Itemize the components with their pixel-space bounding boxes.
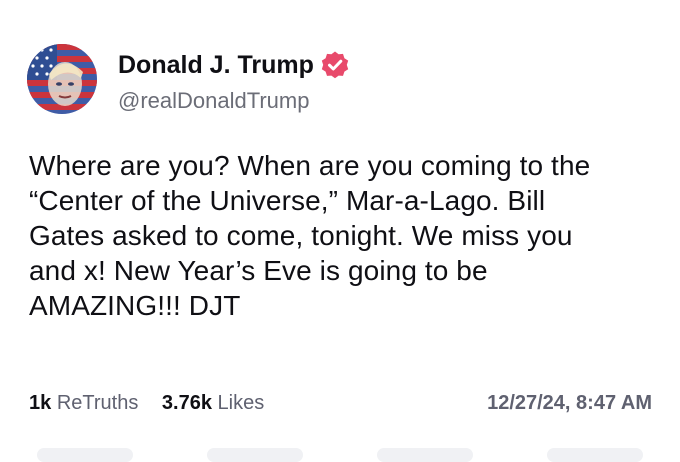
author-name-row[interactable]: Donald J. Trump [118,50,350,80]
likes-count: 3.76k [161,392,212,414]
retruth-button[interactable] [207,448,303,462]
post-text-line: AMAZING!!! DJT [29,290,241,321]
likes-label: Likes [217,392,265,414]
post-text-line: “Center of the Universe,” Mar-a-Lago. Bi… [29,185,546,216]
post-stats: 1k ReTruths 3.76k Likes [29,390,282,416]
likes-stat[interactable]: 3.76k Likes [162,392,264,414]
retruths-stat[interactable]: 1k ReTruths [29,392,138,414]
share-button[interactable] [547,448,643,462]
retruths-label: ReTruths [56,392,139,414]
post-text-line: Where are you? When are you coming to th… [29,150,591,181]
author-handle[interactable]: @realDonaldTrump [118,88,309,114]
retruths-count: 1k [29,392,52,414]
post-text-line: and x! New Year’s Eve is going to be [29,255,488,286]
post-timestamp[interactable]: 12/27/24, 8:47 AM [487,390,652,416]
like-button[interactable] [377,448,473,462]
avatar[interactable] [27,44,97,114]
flag-portrait-avatar-icon [27,44,97,114]
author-name[interactable]: Donald J. Trump [118,50,314,80]
action-bar [0,448,680,462]
reply-button[interactable] [37,448,133,462]
post-text: Where are you? When are you coming to th… [29,148,669,323]
verified-badge-icon [320,50,350,80]
post-text-line: Gates asked to come, tonight. We miss yo… [29,220,573,251]
